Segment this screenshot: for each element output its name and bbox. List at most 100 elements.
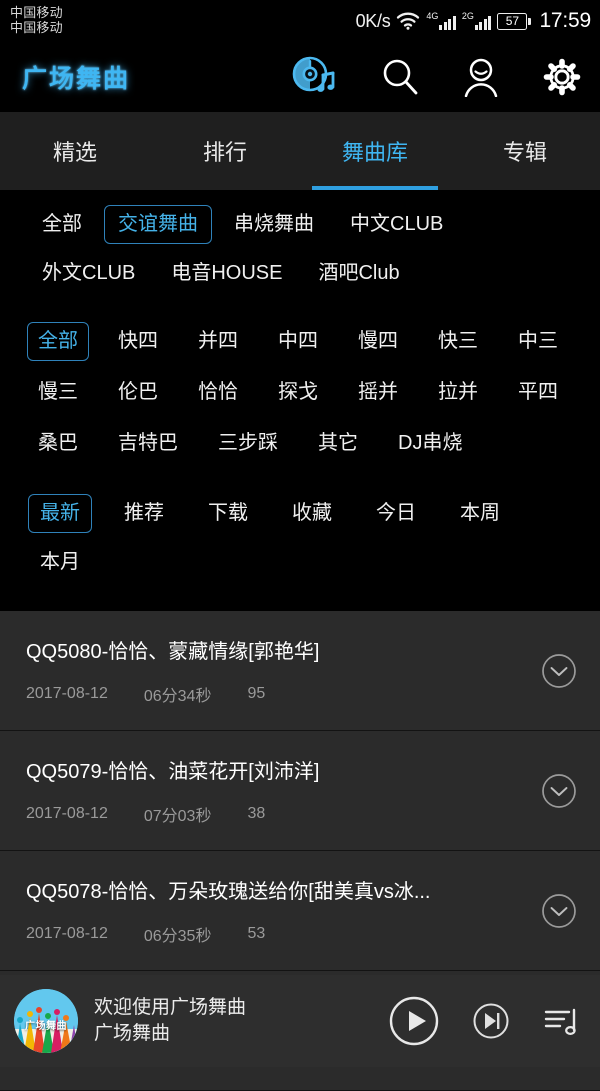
- genre-chip-jiubaclub[interactable]: 酒吧Club: [304, 254, 413, 293]
- sort-chip-benyue[interactable]: 本月: [28, 543, 92, 582]
- sort-chip-benzhou[interactable]: 本周: [448, 494, 512, 533]
- genre-chip-dianyinhouse[interactable]: 电音HOUSE: [157, 254, 296, 293]
- song-title: QQ5080-恰恰、蒙藏情缘[郭艳华]: [26, 641, 320, 663]
- signal-1: 4G: [426, 12, 456, 30]
- style-chip-qiaqia[interactable]: 恰恰: [187, 373, 249, 412]
- song-title: QQ5079-恰恰、油菜花开[刘沛洋]: [26, 761, 320, 783]
- song-meta: 2017-08-12 06分34秒 95: [26, 682, 532, 706]
- style-chip-qita[interactable]: 其它: [307, 424, 369, 463]
- style-chip-zhongsi[interactable]: 中四: [267, 322, 329, 361]
- download-circle-icon[interactable]: [540, 772, 578, 810]
- status-bar: 中国移动 中国移动 0K/s 4G 2G 57 17:59: [0, 0, 600, 42]
- style-chip-kuaisan[interactable]: 快三: [427, 322, 489, 361]
- song-duration: 06分35秒: [143, 928, 212, 945]
- album-artwork[interactable]: 广场舞曲: [14, 989, 78, 1053]
- style-chip-pingsi[interactable]: 平四: [507, 373, 569, 412]
- player-controls: [388, 995, 582, 1047]
- genre-chip-waiwenclub[interactable]: 外文CLUB: [28, 254, 149, 293]
- signal-2: 2G: [462, 12, 492, 30]
- style-filter-row-3: 桑巴 吉特巴 三步踩 其它 DJ串烧: [0, 418, 600, 469]
- next-track-circle-icon[interactable]: [472, 1002, 510, 1040]
- song-count: 95: [247, 685, 266, 702]
- table-row[interactable]: QQ5080-恰恰、蒙藏情缘[郭艳华] 2017-08-12 06分34秒 95: [0, 611, 600, 731]
- play-circle-icon[interactable]: [388, 995, 440, 1047]
- wifi-icon: [396, 12, 420, 30]
- tab-wuqu-ku[interactable]: 舞曲库: [300, 112, 450, 190]
- status-indicators: 0K/s 4G 2G 57 17:59: [355, 9, 592, 33]
- song-duration: 07分03秒: [143, 808, 212, 825]
- now-playing-title: 欢迎使用广场舞曲: [94, 997, 247, 1019]
- style-chip-sanbucai[interactable]: 三步踩: [207, 424, 289, 463]
- genre-chip-zhongwenclub[interactable]: 中文CLUB: [336, 205, 457, 244]
- signal-2-label: 2G: [461, 11, 474, 21]
- signal-1-bars: [439, 15, 456, 30]
- sort-filter-row: 最新 推荐 下载 收藏 今日 本周 本月: [0, 489, 600, 587]
- app-header: 广场舞曲: [0, 42, 600, 112]
- style-filter-row-1: 全部 快四 并四 中四 慢四 快三 中三: [0, 316, 600, 367]
- tab-zhuanji[interactable]: 专辑: [450, 112, 600, 190]
- style-chip-djchuanshao[interactable]: DJ串烧: [387, 424, 473, 463]
- song-duration: 06分34秒: [143, 688, 212, 705]
- carrier-label-2: 中国移动: [10, 20, 63, 35]
- song-date: 2017-08-12: [26, 685, 108, 702]
- page-title: 广场舞曲: [22, 65, 131, 93]
- signal-1-label: 4G: [426, 11, 439, 21]
- sort-chip-shoucang[interactable]: 收藏: [280, 494, 344, 533]
- genre-filter-group: 全部 交谊舞曲 串烧舞曲 中文CLUB 外文CLUB 电音HOUSE 酒吧Clu…: [0, 200, 600, 304]
- style-chip-yaobing[interactable]: 摇并: [347, 373, 409, 412]
- playlist-note-icon[interactable]: [542, 1001, 582, 1041]
- style-chip-labing[interactable]: 拉并: [427, 373, 489, 412]
- gear-icon[interactable]: [542, 57, 582, 97]
- style-chip-bingsi[interactable]: 并四: [187, 322, 249, 361]
- network-speed: 0K/s: [355, 10, 391, 31]
- disc-music-icon[interactable]: [292, 55, 338, 99]
- style-chip-zhongsan[interactable]: 中三: [507, 322, 569, 361]
- style-chip-mansan[interactable]: 慢三: [27, 373, 89, 412]
- carrier-labels: 中国移动 中国移动: [10, 6, 63, 35]
- style-chip-kuaisi[interactable]: 快四: [107, 322, 169, 361]
- genre-filter-row-1: 全部 交谊舞曲 串烧舞曲 中文CLUB: [0, 200, 600, 249]
- song-count: 53: [247, 925, 266, 942]
- battery-icon: 57: [497, 12, 532, 30]
- genre-chip-jiaoyiwuqu[interactable]: 交谊舞曲: [104, 205, 212, 244]
- style-filter-group: 全部 快四 并四 中四 慢四 快三 中三 慢三 伦巴 恰恰 探戈 摇并 拉并 平…: [0, 304, 600, 475]
- song-date: 2017-08-12: [26, 805, 108, 822]
- carrier-label-1: 中国移动: [10, 5, 63, 21]
- style-chip-jiteba[interactable]: 吉特巴: [107, 424, 189, 463]
- now-playing-artist: 广场舞曲: [94, 1023, 171, 1044]
- style-chip-quanbu[interactable]: 全部: [27, 322, 89, 361]
- download-circle-icon[interactable]: [540, 892, 578, 930]
- genre-chip-chuanshaowuqu[interactable]: 串烧舞曲: [220, 205, 328, 244]
- style-filter-row-2: 慢三 伦巴 恰恰 探戈 摇并 拉并 平四: [0, 367, 600, 418]
- genre-chip-quanbu[interactable]: 全部: [28, 205, 96, 244]
- song-info: QQ5079-恰恰、油菜花开[刘沛洋] 2017-08-12 07分03秒 38: [26, 755, 532, 826]
- sort-chip-tuijian[interactable]: 推荐: [112, 494, 176, 533]
- genre-filter-row-2: 外文CLUB 电音HOUSE 酒吧Club: [0, 249, 600, 298]
- now-playing-info: 欢迎使用广场舞曲 广场舞曲: [94, 995, 246, 1046]
- style-chip-tange[interactable]: 探戈: [267, 373, 329, 412]
- tab-jingxuan[interactable]: 精选: [0, 112, 150, 190]
- song-meta: 2017-08-12 06分35秒 53: [26, 922, 532, 946]
- sort-chip-xiazai[interactable]: 下载: [196, 494, 260, 533]
- search-icon[interactable]: [380, 57, 420, 97]
- sort-chip-zuixin[interactable]: 最新: [28, 494, 92, 533]
- sort-chip-jinri[interactable]: 今日: [364, 494, 428, 533]
- sort-filter-group: 最新 推荐 下载 收藏 今日 本周 本月: [0, 475, 600, 605]
- tab-paihang[interactable]: 排行: [150, 112, 300, 190]
- table-row[interactable]: QQ5079-恰恰、油菜花开[刘沛洋] 2017-08-12 07分03秒 38: [0, 731, 600, 851]
- status-clock: 17:59: [539, 9, 591, 32]
- style-chip-mansi[interactable]: 慢四: [347, 322, 409, 361]
- album-artwork-label: 广场舞曲: [25, 1021, 67, 1033]
- style-chip-lunba[interactable]: 伦巴: [107, 373, 169, 412]
- signal-2-bars: [474, 15, 492, 30]
- table-row[interactable]: QQ5078-恰恰、万朵玫瑰送给你[甜美真vs冰... 2017-08-12 0…: [0, 851, 600, 971]
- download-circle-icon[interactable]: [540, 652, 578, 690]
- song-info: QQ5078-恰恰、万朵玫瑰送给你[甜美真vs冰... 2017-08-12 0…: [26, 875, 532, 946]
- song-date: 2017-08-12: [26, 925, 108, 942]
- style-chip-sangba[interactable]: 桑巴: [27, 424, 89, 463]
- mini-player-bar: 广场舞曲 欢迎使用广场舞曲 广场舞曲: [0, 975, 600, 1067]
- main-tabs: 精选 排行 舞曲库 专辑: [0, 112, 600, 190]
- header-actions: [292, 55, 582, 99]
- song-title: QQ5078-恰恰、万朵玫瑰送给你[甜美真vs冰...: [26, 881, 431, 903]
- user-icon[interactable]: [462, 57, 500, 97]
